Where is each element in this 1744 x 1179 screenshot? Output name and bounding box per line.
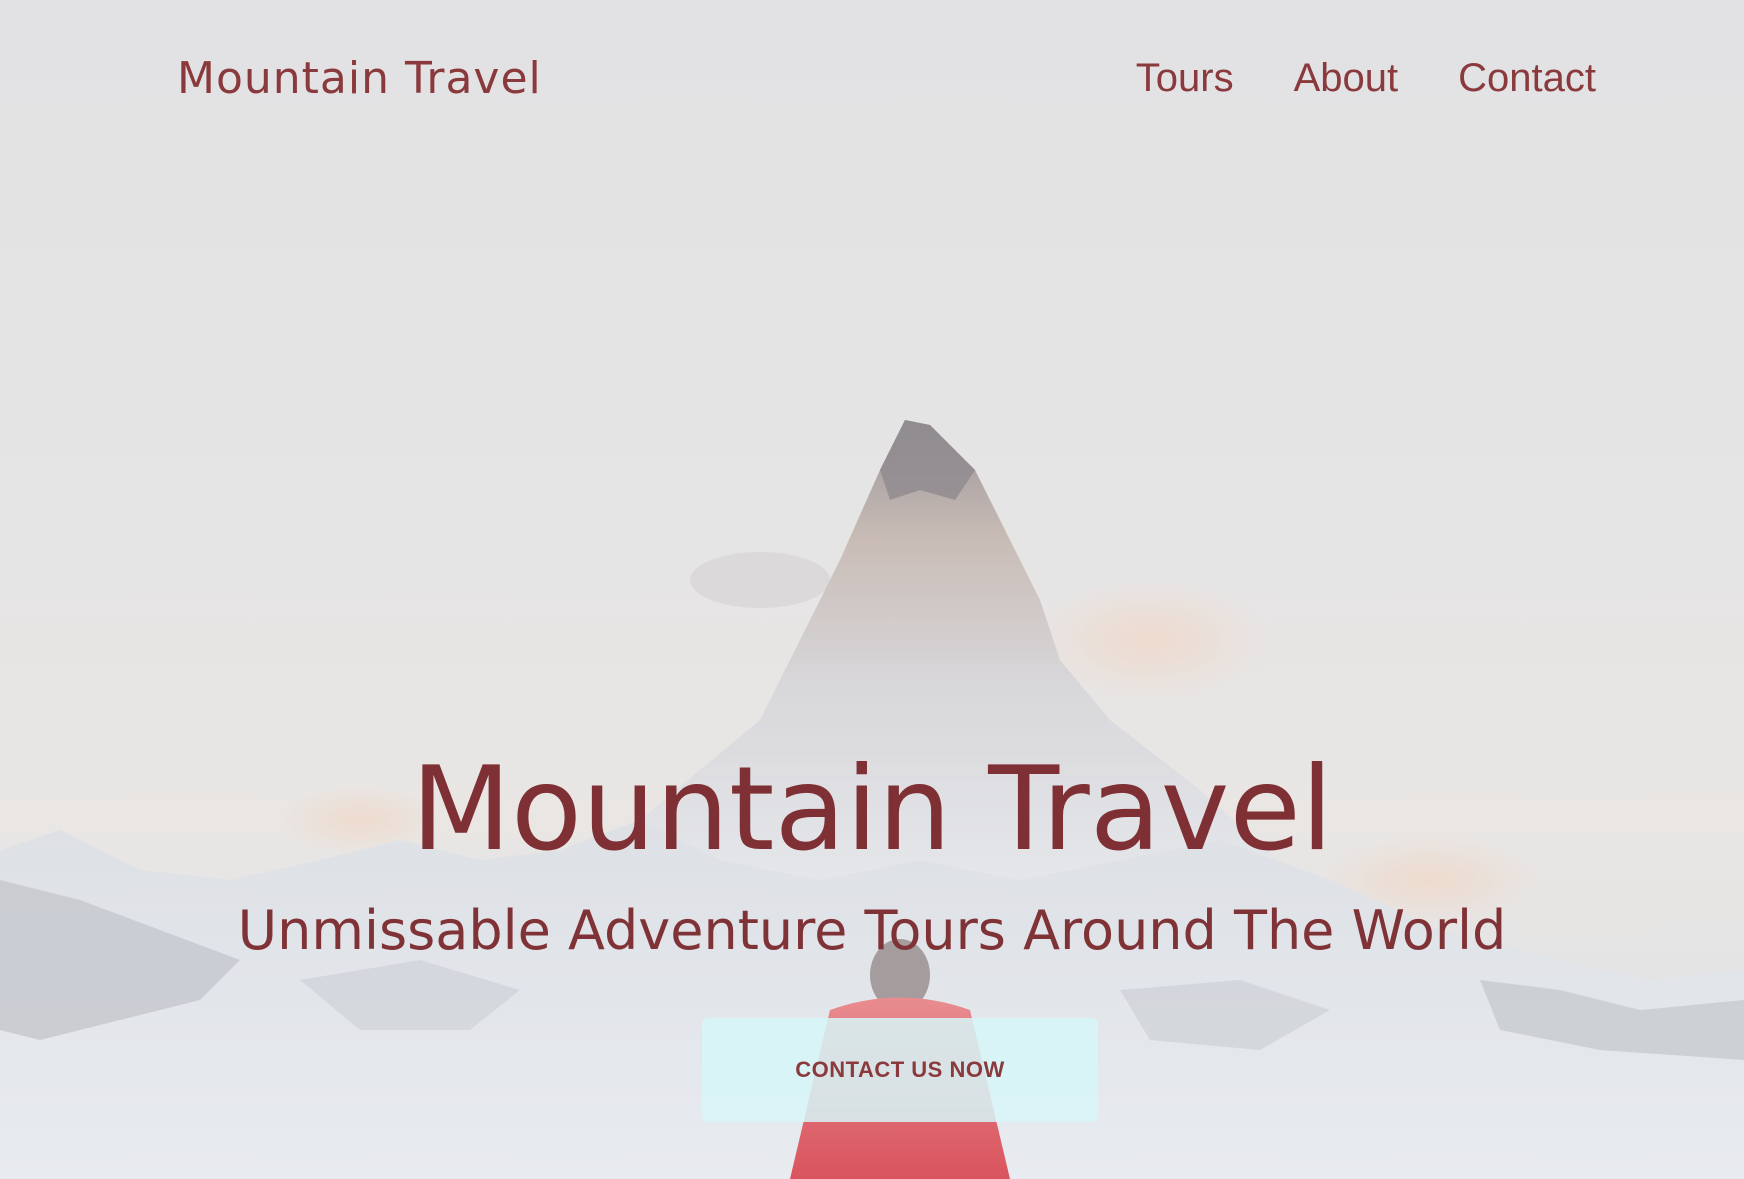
nav-link-contact[interactable]: Contact <box>1458 52 1596 104</box>
nav-link-about[interactable]: About <box>1294 52 1399 104</box>
brand-logo[interactable]: Mountain Travel <box>177 50 542 108</box>
navbar: Mountain Travel Tours About Contact <box>0 0 1744 160</box>
contact-us-button[interactable]: CONTACT US NOW <box>702 1018 1098 1122</box>
hero-background-image <box>0 0 1744 1179</box>
hero-title: Mountain Travel <box>410 742 1334 877</box>
nav-link-tours[interactable]: Tours <box>1136 52 1234 104</box>
hero-subtitle: Unmissable Adventure Tours Around The Wo… <box>237 899 1507 962</box>
hero-content: Mountain Travel Unmissable Adventure Tou… <box>0 740 1744 966</box>
hero-section: Mountain Travel Tours About Contact Moun… <box>0 0 1744 1179</box>
nav-links: Tours About Contact <box>1136 52 1596 104</box>
